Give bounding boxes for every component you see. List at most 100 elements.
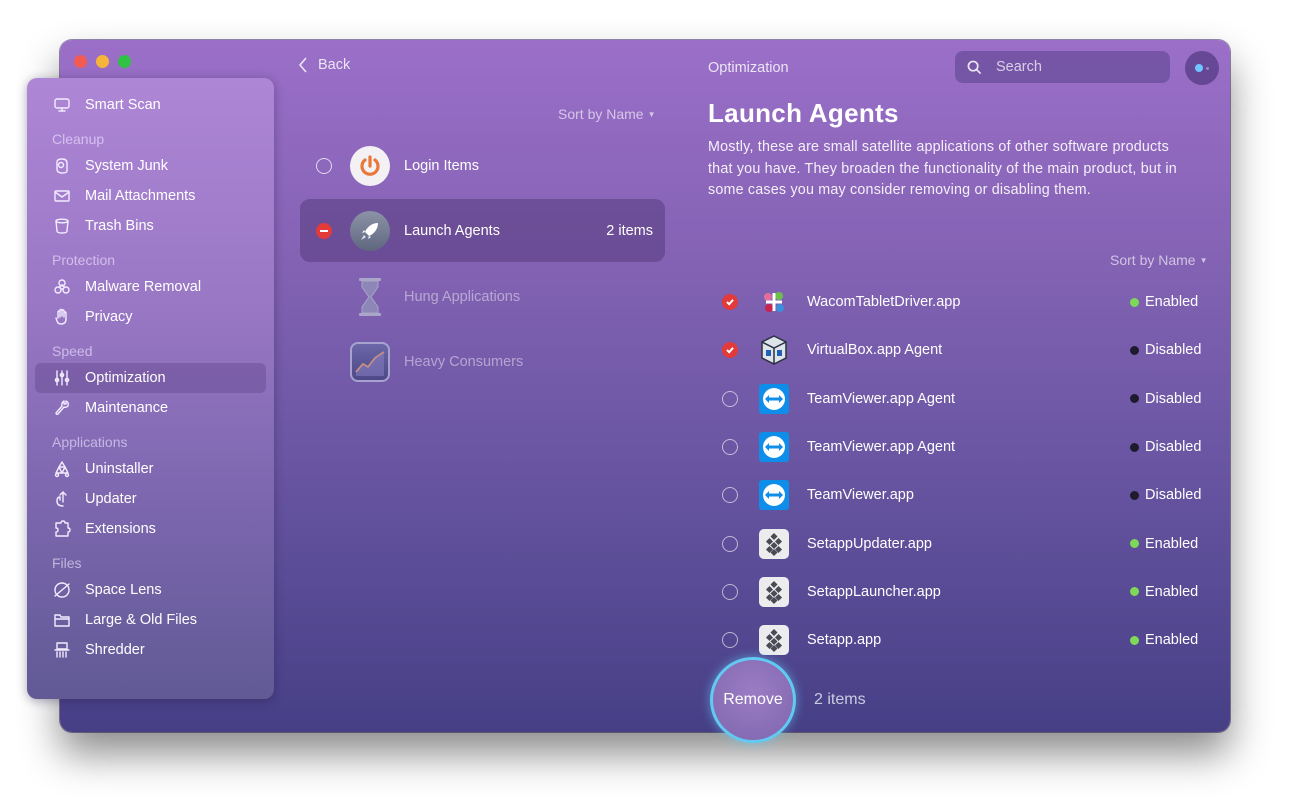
setapp-icon	[759, 528, 789, 559]
sidebar-item-mail-attachments[interactable]: Mail Attachments	[35, 181, 266, 211]
categories-sort-dropdown[interactable]: Sort by Name ▼	[558, 106, 656, 122]
sidebar-item-label: Optimization	[85, 370, 166, 386]
sidebar-item-optimization[interactable]: Optimization	[35, 363, 266, 393]
agent-row[interactable]: WacomTabletDriver.app Enabled	[710, 278, 1210, 326]
sidebar-item-malware-removal[interactable]: Malware Removal	[35, 272, 266, 302]
sidebar-item-space-lens[interactable]: Space Lens	[35, 575, 266, 605]
agent-name: Setapp.app	[807, 632, 882, 649]
setapp-icon	[759, 576, 789, 607]
folder-icon	[52, 610, 72, 630]
search-input[interactable]	[996, 59, 1146, 75]
agent-row[interactable]: TeamViewer.app Agent Disabled	[710, 375, 1210, 423]
assistant-button[interactable]	[1185, 51, 1219, 85]
sidebar-item-label: Trash Bins	[85, 218, 154, 234]
agent-status-label: Enabled	[1145, 294, 1199, 311]
sidebar-item-uninstaller[interactable]: Uninstaller	[35, 454, 266, 484]
virtualbox-icon	[759, 335, 789, 366]
system-junk-icon	[52, 156, 72, 176]
sidebar-item-shredder[interactable]: Shredder	[35, 635, 266, 665]
sidebar-item-extensions[interactable]: Extensions	[35, 514, 266, 544]
sidebar-item-system-junk[interactable]: System Junk	[35, 151, 266, 181]
agent-status-label: Disabled	[1145, 342, 1202, 359]
sidebar-item-large-old-files[interactable]: Large & Old Files	[35, 605, 266, 635]
trash-icon	[52, 216, 72, 236]
sidebar-item-trash-bins[interactable]: Trash Bins	[35, 211, 266, 241]
window-controls	[74, 55, 131, 68]
agent-checkbox-checked[interactable]	[722, 294, 738, 311]
zoom-window-button[interactable]	[118, 55, 131, 68]
category-label: Heavy Consumers	[404, 353, 524, 370]
category-launch-agents[interactable]: Launch Agents 2 items	[300, 199, 665, 262]
remove-button[interactable]: Remove	[710, 657, 796, 743]
sliders-icon	[52, 368, 72, 388]
wrench-icon	[52, 398, 72, 418]
planet-icon	[52, 580, 72, 600]
category-checkbox-empty	[316, 354, 332, 370]
search-icon	[967, 60, 982, 74]
sidebar-item-smart-scan[interactable]: Smart Scan	[35, 90, 266, 120]
agent-name: SetappUpdater.app	[807, 535, 932, 552]
agent-checkbox[interactable]	[722, 487, 738, 504]
category-checkbox-empty	[316, 289, 332, 305]
agent-checkbox[interactable]	[722, 439, 738, 456]
agents-sort-dropdown[interactable]: Sort by Name ▼	[1110, 252, 1208, 268]
agent-status-label: Disabled	[1145, 487, 1202, 504]
page-description: Mostly, these are small satellite applic…	[708, 139, 1177, 198]
agent-row[interactable]: SetappLauncher.app Enabled	[710, 568, 1210, 616]
agent-checkbox-checked[interactable]	[722, 342, 738, 359]
agent-status: Disabled	[1130, 439, 1210, 455]
status-dot-icon	[1130, 490, 1139, 500]
agent-checkbox[interactable]	[722, 390, 738, 407]
teamviewer-icon	[759, 432, 789, 463]
agent-checkbox[interactable]	[722, 535, 738, 552]
sidebar-item-label: Updater	[85, 491, 137, 507]
agent-name: TeamViewer.app Agent	[807, 439, 956, 456]
agent-row[interactable]: TeamViewer.app Agent Disabled	[710, 423, 1210, 471]
sidebar-section-speed: Speed	[52, 343, 93, 359]
sidebar-item-label: Malware Removal	[85, 279, 202, 295]
sidebar-item-label: Large & Old Files	[85, 612, 198, 628]
checkmark-icon	[726, 299, 734, 306]
sidebar-item-updater[interactable]: Updater	[35, 484, 266, 514]
agent-checkbox[interactable]	[722, 632, 738, 649]
activity-chart-icon	[350, 341, 390, 382]
chevron-left-icon	[298, 57, 307, 73]
status-dot-icon	[1130, 635, 1139, 645]
agent-row[interactable]: TeamViewer.app Disabled	[710, 471, 1210, 519]
assistant-indicator-dot	[1206, 66, 1209, 70]
minimize-window-button[interactable]	[96, 55, 109, 68]
category-heavy-consumers[interactable]: Heavy Consumers	[300, 330, 665, 393]
puzzle-icon	[52, 519, 72, 539]
updater-icon	[52, 489, 72, 509]
category-hung-applications[interactable]: Hung Applications	[300, 265, 665, 328]
sidebar-item-privacy[interactable]: Privacy	[35, 302, 266, 332]
sidebar-item-maintenance[interactable]: Maintenance	[35, 393, 266, 423]
back-label: Back	[318, 57, 351, 73]
biohazard-icon	[52, 277, 72, 297]
status-dot-icon	[1130, 394, 1139, 404]
agent-row[interactable]: SetappUpdater.app Enabled	[710, 519, 1210, 567]
agent-status: Enabled	[1130, 632, 1210, 648]
agent-row[interactable]: Setapp.app Enabled	[710, 616, 1210, 664]
assistant-indicator-icon	[1195, 64, 1203, 72]
status-dot-icon	[1130, 297, 1139, 307]
caret-down-icon: ▼	[647, 110, 656, 119]
agents-list: WacomTabletDriver.app Enabled VirtualBox.a…	[710, 278, 1210, 664]
search-box[interactable]	[955, 51, 1170, 83]
category-login-items[interactable]: Login Items	[300, 134, 665, 197]
category-checkbox[interactable]	[316, 157, 332, 174]
hourglass-icon	[350, 277, 390, 317]
agent-status: Enabled	[1130, 294, 1210, 310]
monitor-icon	[52, 95, 72, 115]
agent-row[interactable]: VirtualBox.app Agent Disabled	[710, 326, 1210, 374]
sidebar-item-label: Space Lens	[85, 582, 162, 598]
teamviewer-icon	[759, 480, 789, 511]
sidebar-item-label: Smart Scan	[85, 97, 161, 113]
agent-status: Disabled	[1130, 342, 1210, 358]
category-checkbox-partial[interactable]	[316, 222, 332, 239]
agent-checkbox[interactable]	[722, 583, 738, 600]
back-button[interactable]: Back	[298, 57, 350, 73]
status-dot-icon	[1130, 442, 1139, 452]
sidebar-item-label: Mail Attachments	[85, 188, 196, 204]
close-window-button[interactable]	[74, 55, 87, 68]
